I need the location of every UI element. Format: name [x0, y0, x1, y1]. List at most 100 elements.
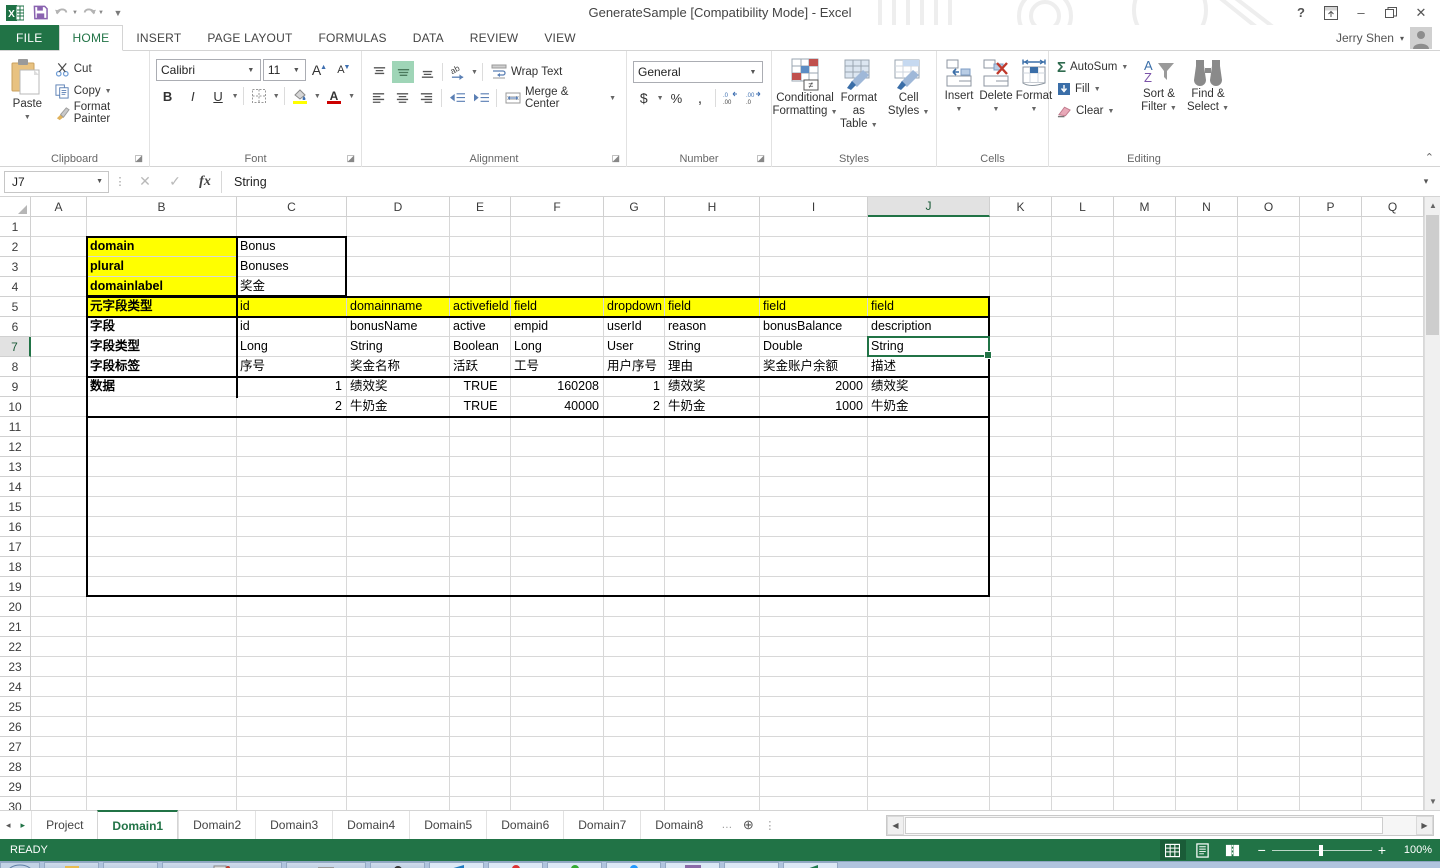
taskbar-item[interactable] — [103, 862, 158, 868]
taskbar-item[interactable] — [724, 862, 779, 868]
cell-B8[interactable]: 字段标签 — [87, 357, 237, 377]
cell-L17[interactable] — [1052, 537, 1114, 557]
align-center-button[interactable] — [392, 87, 414, 109]
insert-cells-button[interactable]: Insert ▼ — [941, 56, 977, 151]
cell-P18[interactable] — [1300, 557, 1362, 577]
cell-K10[interactable] — [990, 397, 1052, 417]
cell-F30[interactable] — [511, 797, 604, 810]
cell-N22[interactable] — [1176, 637, 1238, 657]
cell-O29[interactable] — [1238, 777, 1300, 797]
cell-H25[interactable] — [665, 697, 760, 717]
cell-H9[interactable]: 绩效奖 — [665, 377, 760, 397]
chevron-down-icon[interactable]: ▼ — [273, 93, 280, 100]
cell-P25[interactable] — [1300, 697, 1362, 717]
clipboard-dialog-launcher-icon[interactable]: ◪ — [134, 150, 143, 166]
cell-N15[interactable] — [1176, 497, 1238, 517]
cell-G28[interactable] — [604, 757, 665, 777]
cell-O2[interactable] — [1238, 237, 1300, 257]
close-icon[interactable]: ✕ — [1406, 2, 1436, 24]
cell-K14[interactable] — [990, 477, 1052, 497]
column-header-N[interactable]: N — [1176, 197, 1238, 217]
cell-B26[interactable] — [87, 717, 237, 737]
chevron-down-icon[interactable]: ▼ — [244, 67, 258, 74]
cell-C24[interactable] — [237, 677, 347, 697]
cell-E18[interactable] — [450, 557, 511, 577]
cell-K26[interactable] — [990, 717, 1052, 737]
cell-B17[interactable] — [87, 537, 237, 557]
cell-L19[interactable] — [1052, 577, 1114, 597]
cell-I5[interactable]: field — [760, 297, 868, 317]
cell-G5[interactable]: dropdown — [604, 297, 665, 317]
sheet-tab-domain7[interactable]: Domain7 — [563, 810, 640, 840]
cell-O14[interactable] — [1238, 477, 1300, 497]
cell-A26[interactable] — [31, 717, 87, 737]
ribbon-tab-file[interactable]: FILE — [0, 25, 59, 50]
cell-K9[interactable] — [990, 377, 1052, 397]
cell-G17[interactable] — [604, 537, 665, 557]
cell-J30[interactable] — [868, 797, 990, 810]
cell-Q5[interactable] — [1362, 297, 1424, 317]
chevron-down-icon[interactable]: ▼ — [956, 103, 963, 116]
cell-Q30[interactable] — [1362, 797, 1424, 810]
cell-Q6[interactable] — [1362, 317, 1424, 337]
merge-center-button[interactable]: Merge & Center ▼ — [501, 86, 620, 110]
save-icon[interactable] — [28, 2, 52, 24]
cell-K30[interactable] — [990, 797, 1052, 810]
align-bottom-button[interactable] — [416, 61, 438, 83]
cell-G4[interactable] — [604, 277, 665, 297]
customize-qat-icon[interactable]: ▼ — [106, 2, 130, 24]
cell-F4[interactable] — [511, 277, 604, 297]
cell-N29[interactable] — [1176, 777, 1238, 797]
cell-E29[interactable] — [450, 777, 511, 797]
taskbar-item[interactable] — [547, 862, 602, 868]
column-header-H[interactable]: H — [665, 197, 760, 217]
cell-A17[interactable] — [31, 537, 87, 557]
align-top-button[interactable] — [368, 61, 390, 83]
cell-C6[interactable]: id — [237, 317, 347, 337]
cell-G30[interactable] — [604, 797, 665, 810]
cell-E19[interactable] — [450, 577, 511, 597]
cell-H30[interactable] — [665, 797, 760, 810]
cell-L4[interactable] — [1052, 277, 1114, 297]
cell-B28[interactable] — [87, 757, 237, 777]
cell-J4[interactable] — [868, 277, 990, 297]
confirm-entry-button[interactable]: ✓ — [161, 171, 189, 193]
row-header-8[interactable]: 8 — [0, 357, 31, 377]
cell-A4[interactable] — [31, 277, 87, 297]
cell-M25[interactable] — [1114, 697, 1176, 717]
cell-F20[interactable] — [511, 597, 604, 617]
cell-E21[interactable] — [450, 617, 511, 637]
row-header-18[interactable]: 18 — [0, 557, 31, 577]
cell-P4[interactable] — [1300, 277, 1362, 297]
cell-C18[interactable] — [237, 557, 347, 577]
cell-H14[interactable] — [665, 477, 760, 497]
chevron-down-icon[interactable]: ▼ — [24, 111, 31, 124]
cell-D10[interactable]: 牛奶金 — [347, 397, 450, 417]
cell-B3[interactable]: plural — [87, 257, 237, 277]
cell-D16[interactable] — [347, 517, 450, 537]
cell-F1[interactable] — [511, 217, 604, 237]
avatar[interactable] — [1410, 27, 1432, 49]
cell-B13[interactable] — [87, 457, 237, 477]
cell-I29[interactable] — [760, 777, 868, 797]
cell-C23[interactable] — [237, 657, 347, 677]
zoom-slider[interactable]: − + — [1258, 842, 1386, 858]
cell-F16[interactable] — [511, 517, 604, 537]
cell-K16[interactable] — [990, 517, 1052, 537]
cell-A7[interactable] — [31, 337, 87, 357]
cell-I2[interactable] — [760, 237, 868, 257]
zoom-in-button[interactable]: + — [1378, 842, 1386, 858]
cell-P27[interactable] — [1300, 737, 1362, 757]
cell-M16[interactable] — [1114, 517, 1176, 537]
row-header-25[interactable]: 25 — [0, 697, 31, 717]
cell-A27[interactable] — [31, 737, 87, 757]
cell-O24[interactable] — [1238, 677, 1300, 697]
decrease-font-size-button[interactable]: A ▼ — [333, 59, 355, 81]
ribbon-tab-insert[interactable]: INSERT — [123, 25, 194, 50]
align-left-button[interactable] — [368, 87, 390, 109]
wrap-text-button[interactable]: Wrap Text — [487, 61, 566, 83]
cell-F27[interactable] — [511, 737, 604, 757]
os-taskbar[interactable] — [0, 861, 1440, 868]
cell-H18[interactable] — [665, 557, 760, 577]
cancel-entry-button[interactable]: ✕ — [131, 171, 159, 193]
